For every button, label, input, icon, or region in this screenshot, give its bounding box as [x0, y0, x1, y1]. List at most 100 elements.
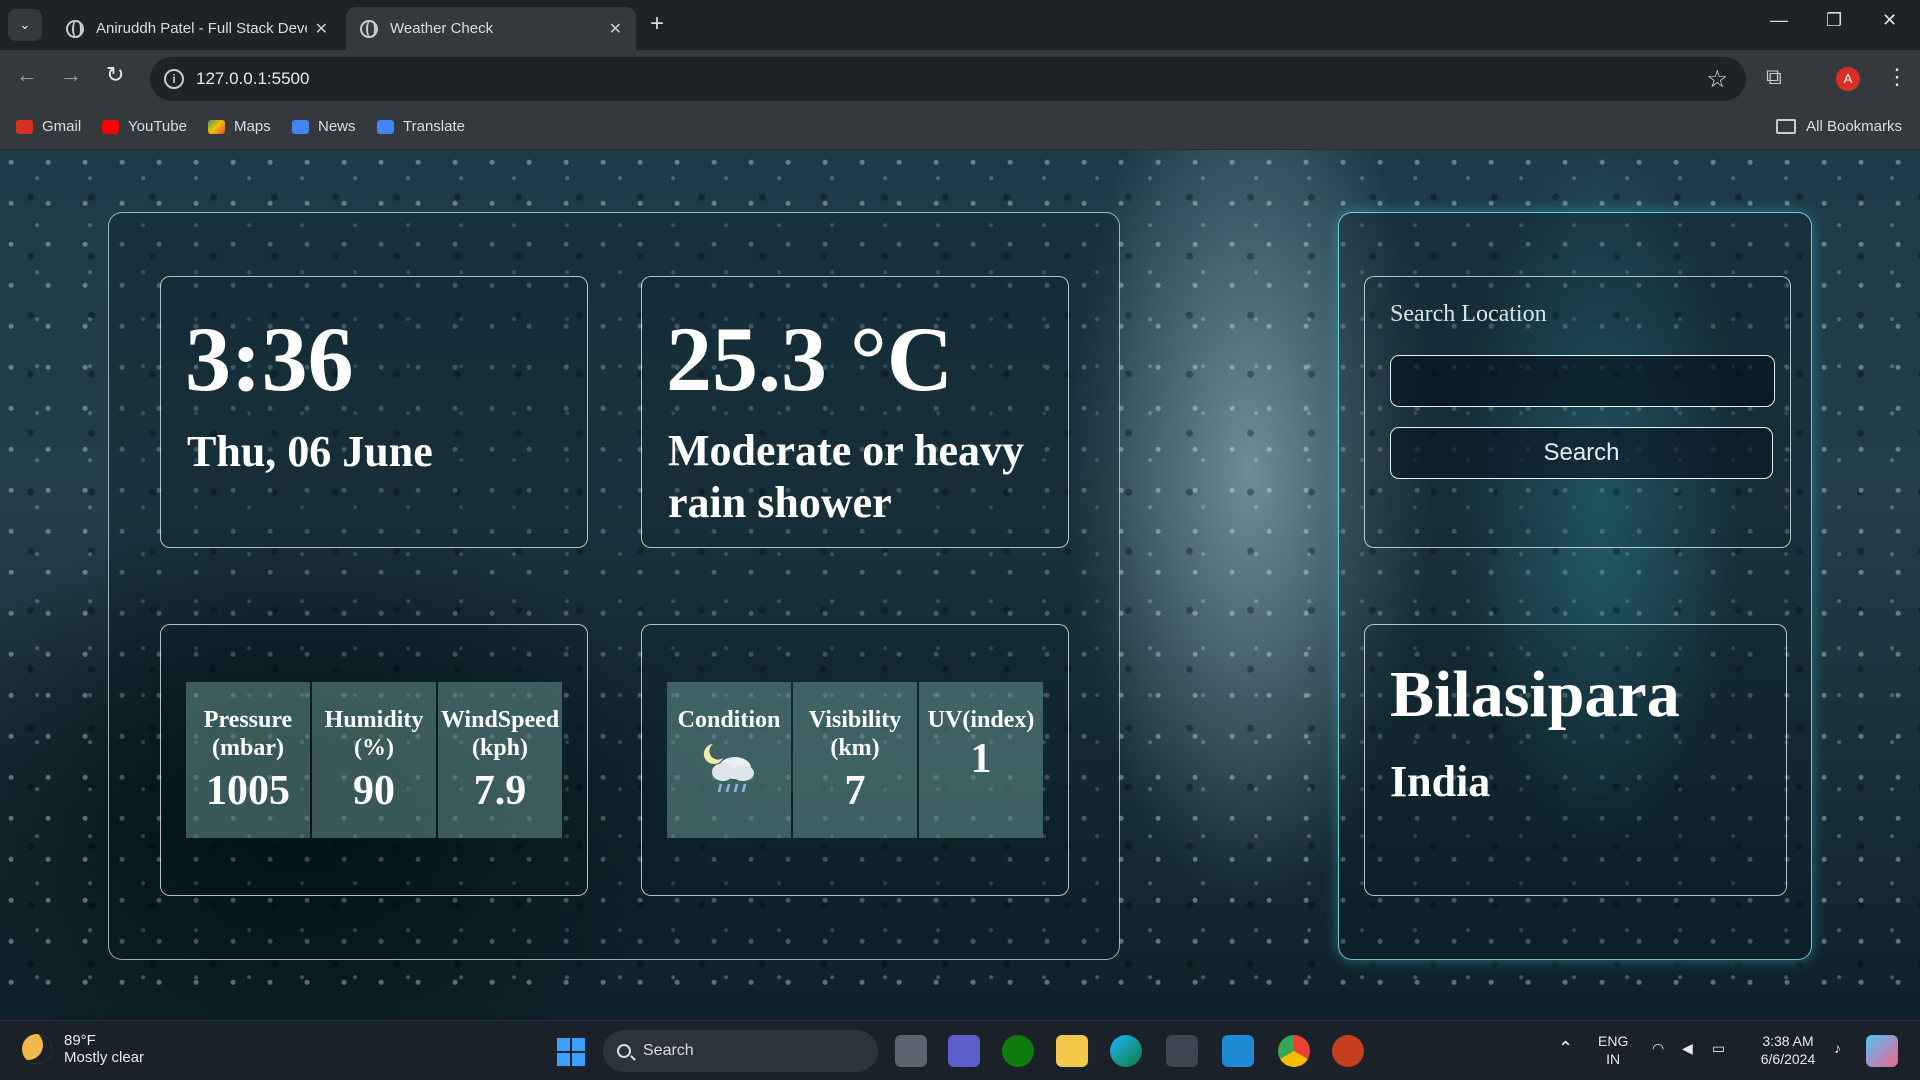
bookmark-label: Gmail [42, 118, 82, 135]
stats-card: Pressure (mbar) 1005 Humidity (%) 90 Win… [160, 624, 588, 896]
address-bar[interactable]: i 127.0.0.1:5500 ☆ [150, 57, 1746, 101]
browser-toolbar: ← → ↻ i 127.0.0.1:5500 ☆ ⧉ A ⋮ [0, 50, 1920, 108]
uv-cell: UV(index) 1 [919, 682, 1043, 838]
chevron-down-icon: ⌄ [19, 17, 31, 32]
news-icon [292, 119, 309, 134]
globe-icon [360, 19, 378, 38]
bookmark-star-icon[interactable]: ☆ [1706, 65, 1728, 94]
bookmark-translate[interactable]: Translate [377, 118, 465, 135]
windows-taskbar: 89°F Mostly clear Search ⌃ ENG IN ◠ ◀ ▭ … [0, 1020, 1920, 1080]
file-explorer-icon[interactable] [1056, 1035, 1088, 1067]
visibility-label: Visibility (km) [808, 707, 902, 761]
show-hidden-icons-chevron[interactable]: ⌃ [1558, 1039, 1573, 1057]
battery-icon[interactable]: ▭ [1712, 1039, 1725, 1057]
reload-button[interactable]: ↻ [106, 62, 124, 88]
powerpoint-icon[interactable] [1332, 1035, 1364, 1067]
windspeed-value: 7.9 [473, 768, 527, 814]
extensions-icon[interactable]: ⧉ [1766, 64, 1782, 90]
close-icon[interactable]: ✕ [609, 19, 622, 39]
tab-strip: ⌄ Aniruddh Patel - Full Stack Deve ✕ Wea… [0, 0, 1920, 50]
weather-page: 3:36 Thu, 06 June 25.3 °C Moderate or he… [0, 150, 1920, 1020]
condition-cell: Condition [667, 682, 791, 838]
weather-widget-desc: Mostly clear [64, 1049, 145, 1066]
pressure-cell: Pressure (mbar) 1005 [186, 682, 310, 838]
humidity-label: Humidity (%) [324, 707, 424, 761]
region-text: IN [1606, 1051, 1621, 1067]
details-card: Condition Visibility (km) 7 UV(index) 1 [641, 624, 1069, 896]
notification-bell-icon[interactable]: ♪ [1834, 1039, 1841, 1057]
condition-text: Moderate or heavy rain shower [668, 426, 1024, 527]
all-bookmarks-button[interactable]: All Bookmarks [1776, 118, 1902, 135]
tab-portfolio[interactable]: Aniruddh Patel - Full Stack Deve ✕ [52, 7, 342, 50]
search-card: Search Location Search [1364, 276, 1791, 548]
crescent-moon-icon [22, 1034, 52, 1064]
tab-title: Aniruddh Patel - Full Stack Deve [96, 20, 307, 37]
temperature-value: 25.3 °C [666, 308, 954, 410]
bookmark-maps[interactable]: Maps [208, 118, 271, 135]
tab-weather-check[interactable]: Weather Check ✕ [346, 7, 636, 50]
search-icon [617, 1044, 631, 1058]
task-view-icon[interactable] [895, 1035, 927, 1067]
app-icon[interactable] [1166, 1035, 1198, 1067]
back-button[interactable]: ← [16, 62, 38, 88]
language-text: ENG [1598, 1033, 1629, 1049]
teams-icon[interactable] [948, 1035, 980, 1067]
language-indicator[interactable]: ENG IN [1598, 1032, 1628, 1068]
chrome-icon[interactable] [1278, 1035, 1310, 1067]
forward-button[interactable]: → [60, 62, 82, 88]
start-windows-icon[interactable] [557, 1038, 585, 1066]
menu-kebab-icon[interactable]: ⋮ [1886, 64, 1908, 90]
humidity-cell: Humidity (%) 90 [312, 682, 436, 838]
globe-icon [66, 19, 84, 38]
clock-date: 6/6/2024 [1760, 1051, 1816, 1067]
volume-icon[interactable]: ◀ [1682, 1039, 1693, 1057]
search-location-label: Search Location [1390, 301, 1547, 327]
taskbar-search-box[interactable]: Search [603, 1030, 878, 1072]
window-close-button[interactable]: ✕ [1882, 10, 1897, 31]
search-location-input[interactable] [1390, 355, 1775, 407]
bookmark-label: Translate [403, 118, 465, 135]
maps-icon [208, 119, 225, 134]
tab-title: Weather Check [390, 20, 494, 37]
moon-cloud-rain-icon [699, 738, 759, 796]
temperature-card: 25.3 °C Moderate or heavy rain shower [641, 276, 1069, 548]
uv-label: UV(index) [927, 707, 1035, 733]
bookmark-gmail[interactable]: Gmail [16, 118, 81, 135]
translate-icon [377, 119, 394, 134]
clock-time: 3:38 AM [1762, 1033, 1814, 1049]
windspeed-cell: WindSpeed (kph) 7.9 [438, 682, 562, 838]
bookmark-youtube[interactable]: YouTube [102, 118, 187, 135]
folder-icon [1776, 119, 1797, 134]
bookmark-news[interactable]: News [292, 118, 356, 135]
country-name: India [1390, 757, 1491, 806]
condition-label: Condition [677, 707, 781, 733]
vscode-icon[interactable] [1222, 1035, 1254, 1067]
url-text: 127.0.0.1:5500 [196, 69, 310, 88]
bookmark-label: YouTube [128, 118, 187, 135]
search-button[interactable]: Search [1390, 427, 1773, 479]
clock[interactable]: 3:38 AM 6/6/2024 [1752, 1032, 1824, 1068]
new-tab-button[interactable]: + [650, 10, 664, 38]
restore-button[interactable]: ❐ [1826, 10, 1842, 31]
bookmark-label: Maps [234, 118, 271, 135]
visibility-value: 7 [844, 768, 866, 814]
youtube-icon [102, 119, 119, 134]
edge-icon[interactable] [1110, 1035, 1142, 1067]
profile-avatar[interactable]: A [1836, 67, 1860, 91]
minimize-button[interactable]: — [1770, 10, 1788, 31]
humidity-value: 90 [353, 768, 395, 814]
copilot-icon[interactable] [1866, 1035, 1898, 1067]
visibility-cell: Visibility (km) 7 [793, 682, 917, 838]
tab-search-button[interactable]: ⌄ [8, 9, 42, 41]
current-date: Thu, 06 June [187, 427, 433, 476]
pressure-label: Pressure (mbar) [203, 707, 293, 761]
uv-value: 1 [970, 736, 992, 782]
close-icon[interactable]: ✕ [315, 19, 328, 39]
wifi-icon[interactable]: ◠ [1652, 1039, 1664, 1057]
site-info-icon[interactable]: i [164, 69, 184, 89]
xbox-icon[interactable] [1002, 1035, 1034, 1067]
city-name: Bilasipara [1390, 658, 1680, 731]
windspeed-label: WindSpeed (kph) [440, 707, 560, 761]
taskbar-weather-widget[interactable]: 89°F Mostly clear [22, 1032, 144, 1066]
bookmark-label: News [318, 118, 356, 135]
